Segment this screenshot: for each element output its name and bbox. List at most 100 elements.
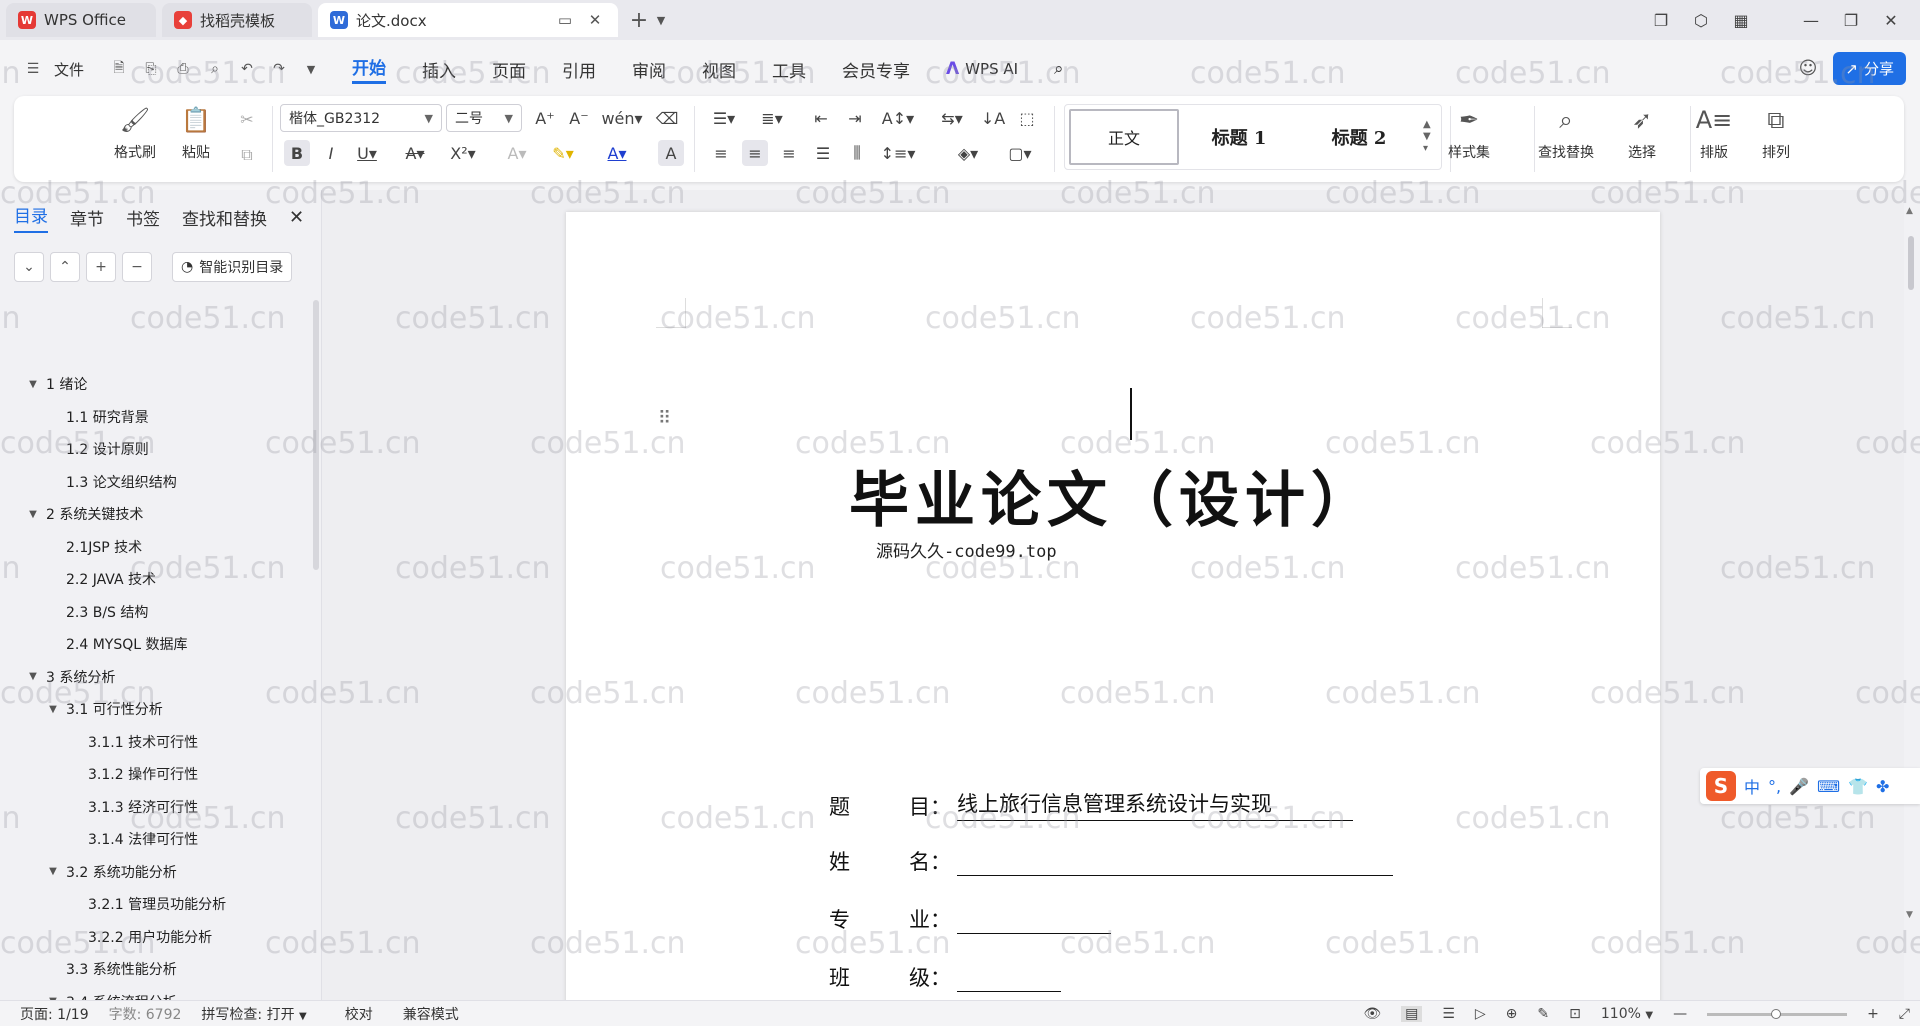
toc-item[interactable]: 3.3 系统性能分析 <box>0 953 310 986</box>
word-count[interactable]: 字数: 6792 <box>109 1004 182 1024</box>
char-shading-icon[interactable]: A <box>658 140 684 166</box>
wps-ai-button[interactable]: Λ WPS AI <box>946 59 1018 79</box>
cube-icon[interactable]: ⬡ <box>1686 11 1716 30</box>
toc-item[interactable]: 3.1.3 经济可行性 <box>0 791 310 824</box>
export-icon[interactable]: ⎘ <box>140 58 162 80</box>
tab-list-chevron-icon[interactable]: ▼ <box>650 9 672 31</box>
font-color-icon[interactable]: A▾ <box>604 140 630 166</box>
zoom-slider[interactable] <box>1707 1008 1848 1019</box>
bold-button[interactable]: B <box>284 140 310 166</box>
decrease-indent-icon[interactable]: ⇤ <box>808 105 834 131</box>
toc-item[interactable]: 3.1.4 法律可行性 <box>0 823 310 856</box>
field-value[interactable]: 线上旅行信息管理系统设计与实现 <box>957 788 1353 821</box>
increase-indent-icon[interactable]: ⇥ <box>842 105 868 131</box>
new-tab-icon[interactable]: + <box>628 8 650 33</box>
tab-docer-templates[interactable]: ◆ 找稻壳模板 <box>162 3 312 37</box>
justify-icon[interactable]: ☰ <box>810 140 836 166</box>
print-preview-icon[interactable]: ⌕ <box>204 58 226 80</box>
restore-tabs-icon[interactable]: ❐ <box>1646 11 1676 30</box>
screen-icon[interactable]: ▭ <box>554 9 576 31</box>
tab-page[interactable]: 页面 <box>492 57 526 82</box>
document-scrollbar[interactable]: ▲ ▼ <box>1904 190 1920 1000</box>
expand-all-icon[interactable]: ⌄ <box>14 252 44 282</box>
ime-punctuation-icon[interactable]: °, <box>1768 777 1781 796</box>
fit-page-icon[interactable]: ⊡ <box>1569 1006 1581 1022</box>
web-layout-icon[interactable]: ⊕ <box>1506 1006 1518 1022</box>
toc-item[interactable]: 3.1.2 操作可行性 <box>0 758 310 791</box>
maximize-icon[interactable]: ❐ <box>1836 11 1866 30</box>
select-button[interactable]: ➶ 选择 <box>1626 104 1658 162</box>
close-tab-icon[interactable]: ✕ <box>584 9 606 31</box>
font-name-select[interactable]: 楷体_GB2312 ▼ <box>280 104 442 132</box>
scroll-down-icon[interactable]: ▼ <box>1906 910 1913 920</box>
toc-item[interactable]: ▼3.4 系统流程分析 <box>0 986 310 1000</box>
expand-toggle-icon[interactable]: ▼ <box>46 704 60 715</box>
text-effect-icon[interactable]: A▾ <box>504 140 530 166</box>
chat-icon[interactable]: ☺ <box>1799 58 1818 79</box>
toc-item[interactable]: ▼ 3.2 系统功能分析 <box>0 856 310 889</box>
superscript-button[interactable]: X²▾ <box>450 140 476 166</box>
ime-skin-icon[interactable]: 👕 <box>1848 777 1868 796</box>
show-marks-icon[interactable]: ⬚ <box>1014 105 1040 131</box>
toc-item[interactable]: 3.2.2 用户功能分析 <box>0 921 310 954</box>
zoom-slider-knob[interactable] <box>1771 1008 1782 1019</box>
layout-button[interactable]: A≡ 排版 <box>1696 104 1733 162</box>
print-icon[interactable]: ⎙ <box>172 58 194 80</box>
smart-toc-button[interactable]: ◔ 智能识别目录 <box>172 252 293 282</box>
ime-toolbar[interactable]: S 中 °, 🎤 ⌨ 👕 ✤ <box>1700 768 1920 804</box>
toc-item[interactable]: 2.2 JAVA 技术 <box>0 563 310 596</box>
toc-item[interactable]: 1.3 论文组织结构 <box>0 466 310 499</box>
outline-view-icon[interactable]: ☰ <box>1442 1006 1455 1022</box>
toc-item[interactable]: ▼ 3 系统分析 <box>0 661 310 694</box>
ime-toolbox-icon[interactable]: ✤ <box>1876 777 1889 796</box>
copy-icon[interactable]: ⧉ <box>234 142 260 168</box>
line-spacing-icon[interactable]: ↕≡▾ <box>880 140 916 166</box>
align-center-icon[interactable]: ≡ <box>742 140 768 166</box>
gallery-scroll-icon[interactable]: ▲ ▼ ▾ <box>1423 119 1431 155</box>
spell-check-toggle[interactable]: 拼写检查: 打开 ▼ <box>201 1004 306 1024</box>
zoom-in-icon[interactable]: + <box>1867 1006 1879 1022</box>
text-direction-icon[interactable]: A↕▾ <box>880 105 916 131</box>
toc-item[interactable]: 2.1JSP 技术 <box>0 531 310 564</box>
undo-icon[interactable]: ↶ <box>236 58 258 80</box>
pen-icon[interactable]: ✎ <box>1537 1006 1549 1022</box>
align-right-icon[interactable]: ≡ <box>776 140 802 166</box>
tab-document[interactable]: W 论文.docx ▭ ✕ <box>318 3 618 37</box>
format-painter-button[interactable]: 🖌 格式刷 <box>114 104 156 162</box>
hamburger-icon[interactable]: ☰ <box>22 58 44 80</box>
nav-tab-toc[interactable]: 目录 <box>14 202 48 233</box>
add-heading-icon[interactable]: + <box>86 252 116 282</box>
proofread-button[interactable]: 校对 <box>345 1004 373 1024</box>
nav-scrollbar[interactable] <box>313 300 319 570</box>
paste-button[interactable]: 📋 粘贴 <box>180 104 212 162</box>
ime-mic-icon[interactable]: 🎤 <box>1789 777 1809 796</box>
zoom-out-icon[interactable]: — <box>1673 1006 1687 1022</box>
share-button[interactable]: ↗ 分享 <box>1833 52 1906 85</box>
sort-icon[interactable]: ↓A <box>980 105 1006 131</box>
style-heading-1[interactable]: 标题 1 <box>1179 109 1299 165</box>
more-chevron-icon[interactable]: ▼ <box>300 58 322 80</box>
page-view-icon[interactable]: ▤ <box>1401 1006 1423 1022</box>
avatar[interactable]: ▦ <box>1726 11 1756 30</box>
nav-tab-find-replace[interactable]: 查找和替换 <box>182 205 267 230</box>
italic-button[interactable]: I <box>318 140 344 166</box>
underline-button[interactable]: U▾ <box>354 140 380 166</box>
tab-member[interactable]: 会员专享 <box>842 57 910 82</box>
toc-item[interactable]: 3.1.1 技术可行性 <box>0 726 310 759</box>
distribute-icon[interactable]: ⫼ <box>844 140 870 166</box>
reading-mode-icon[interactable]: ▷ <box>1475 1006 1486 1022</box>
tab-wps-office[interactable]: W WPS Office <box>6 3 156 37</box>
tab-view[interactable]: 视图 <box>702 57 736 82</box>
ime-mode-chinese[interactable]: 中 <box>1744 774 1760 798</box>
toc-item[interactable]: 1.2 设计原则 <box>0 433 310 466</box>
numbered-list-icon[interactable]: ≣▾ <box>754 105 790 131</box>
font-size-select[interactable]: 二号 ▼ <box>446 104 522 132</box>
collapse-all-icon[interactable]: ⌃ <box>50 252 80 282</box>
tab-references[interactable]: 引用 <box>562 57 596 82</box>
remove-heading-icon[interactable]: − <box>122 252 152 282</box>
tab-review[interactable]: 审阅 <box>632 57 666 82</box>
tab-tools[interactable]: 工具 <box>772 57 806 82</box>
bullet-list-icon[interactable]: ☰▾ <box>706 105 742 131</box>
style-heading-2[interactable]: 标题 2 <box>1299 109 1419 165</box>
toc-item[interactable]: 2.4 MYSQL 数据库 <box>0 628 310 661</box>
